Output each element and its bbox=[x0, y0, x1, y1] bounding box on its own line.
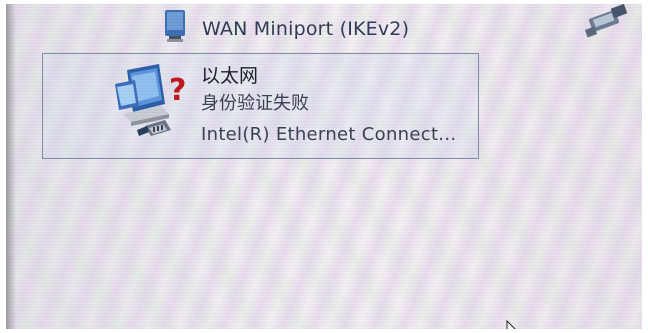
connection-device-label: Intel(R) Ethernet Connect... bbox=[201, 124, 457, 145]
network-adapter-icon[interactable] bbox=[572, 4, 632, 44]
network-adapter-icon bbox=[165, 10, 185, 42]
connection-item-wan-miniport[interactable]: WAN Miniport (IKEv2) bbox=[158, 6, 458, 46]
connection-name-label: WAN Miniport (IKEv2) bbox=[202, 18, 410, 40]
connection-status-label: 身份验证失败 bbox=[201, 93, 309, 114]
network-adapter-error-icon: ? bbox=[115, 64, 186, 136]
mouse-pointer-icon bbox=[506, 320, 516, 329]
svg-text:?: ? bbox=[169, 73, 186, 108]
screen-edge-shadow bbox=[6, 4, 16, 329]
connection-name-label: 以太网 bbox=[201, 65, 259, 87]
connection-item-ethernet[interactable]: ? 以太网 身份验证失败 Intel(R) Ethernet Connect..… bbox=[42, 53, 479, 159]
network-connections-window: WAN Miniport (IKEv2) ? 以太网 身份验证失败 Intel(… bbox=[6, 4, 642, 329]
